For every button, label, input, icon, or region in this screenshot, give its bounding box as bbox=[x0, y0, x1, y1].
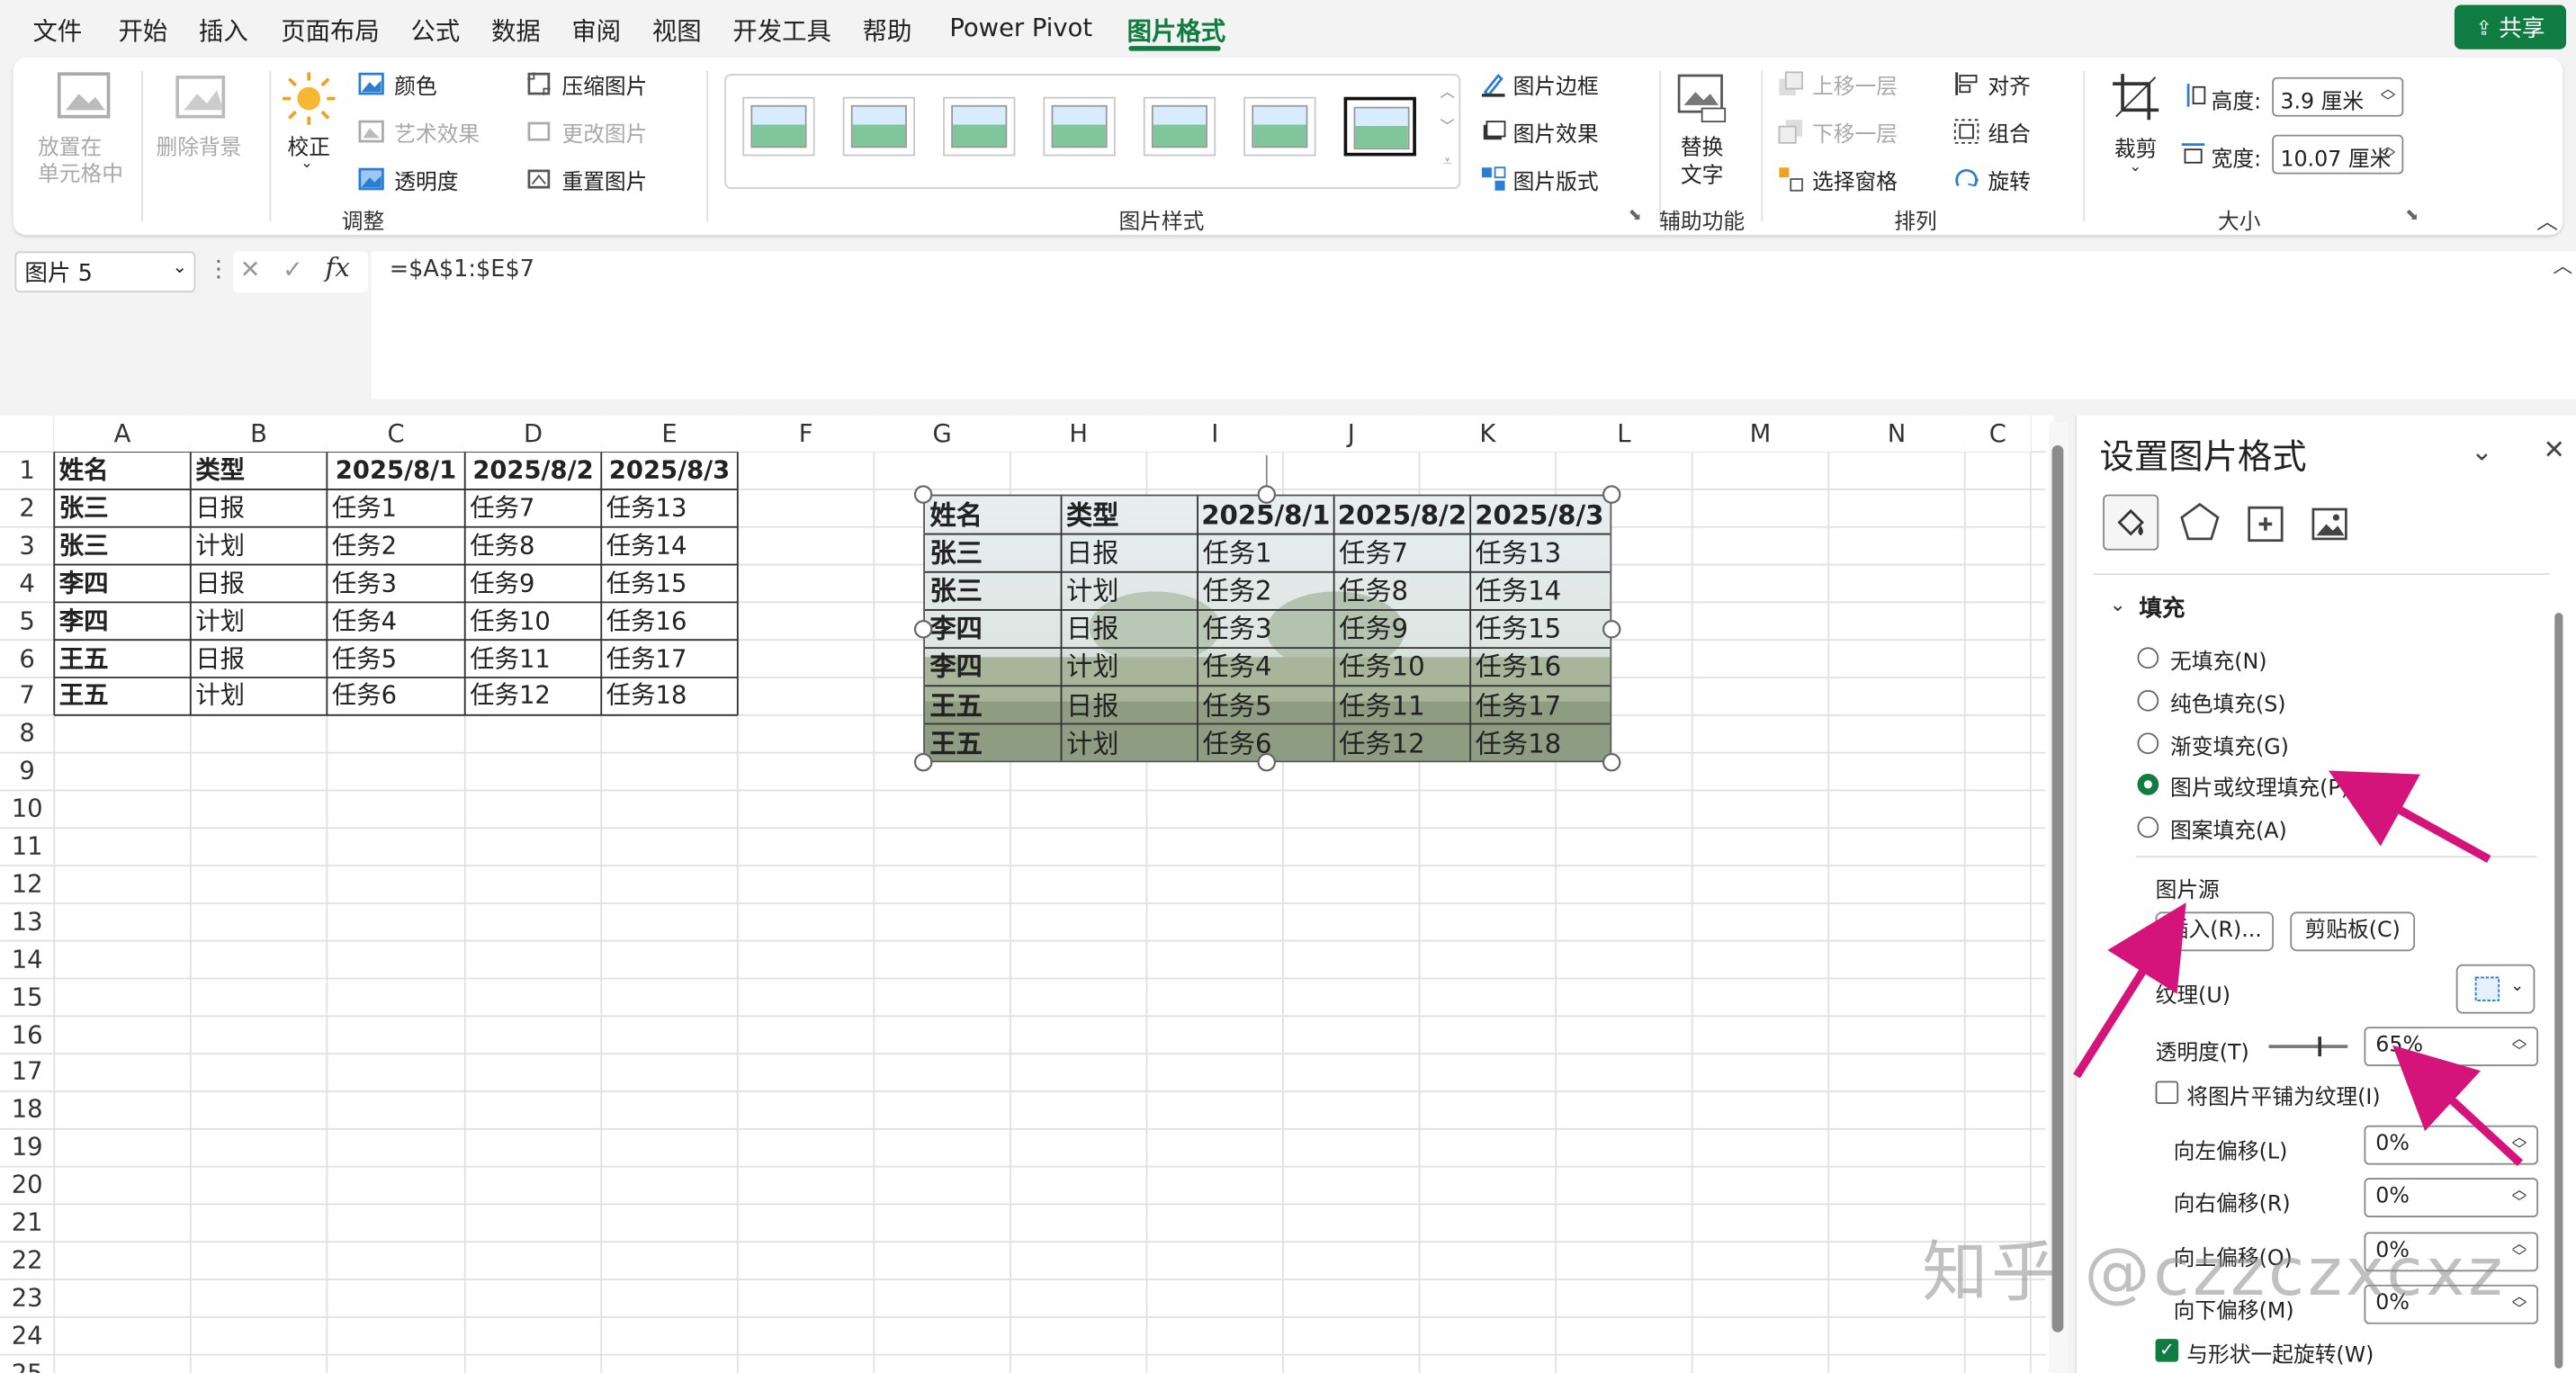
picture-style-thumb[interactable] bbox=[1243, 96, 1316, 157]
picture-style-thumb[interactable] bbox=[1343, 96, 1416, 157]
picture-style-thumb[interactable] bbox=[742, 96, 815, 157]
picture-style-thumb[interactable] bbox=[842, 96, 916, 157]
picture-style-thumb[interactable] bbox=[1143, 96, 1216, 157]
picture-style-thumb[interactable] bbox=[1043, 96, 1116, 157]
watermark: 知乎 @czzczxcxz bbox=[1922, 1235, 2507, 1312]
picture-style-thumb[interactable] bbox=[943, 96, 1016, 157]
annotation-arrows bbox=[2073, 770, 2524, 1167]
